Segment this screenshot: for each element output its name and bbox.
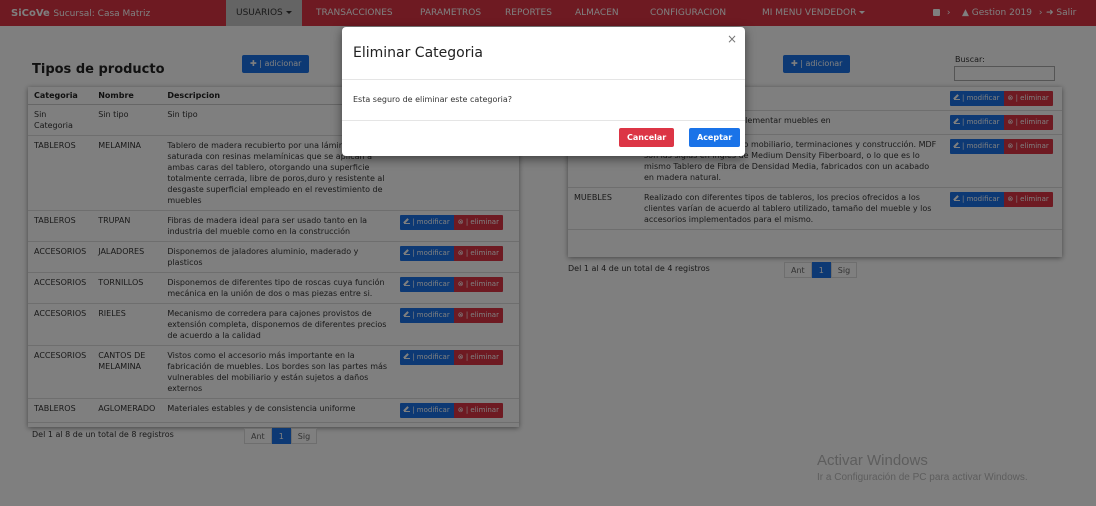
delete-category-modal: Eliminar Categoria × Esta seguro de elim… xyxy=(342,27,745,156)
modal-title: Eliminar Categoria xyxy=(353,45,483,61)
modal-message: Esta seguro de eliminar este categoria? xyxy=(353,95,513,104)
close-icon[interactable]: × xyxy=(727,32,737,46)
modal-header-divider xyxy=(342,79,745,80)
accept-button[interactable]: Aceptar xyxy=(689,128,741,147)
cancel-button[interactable]: Cancelar xyxy=(619,128,675,147)
modal-footer-divider xyxy=(342,120,745,121)
